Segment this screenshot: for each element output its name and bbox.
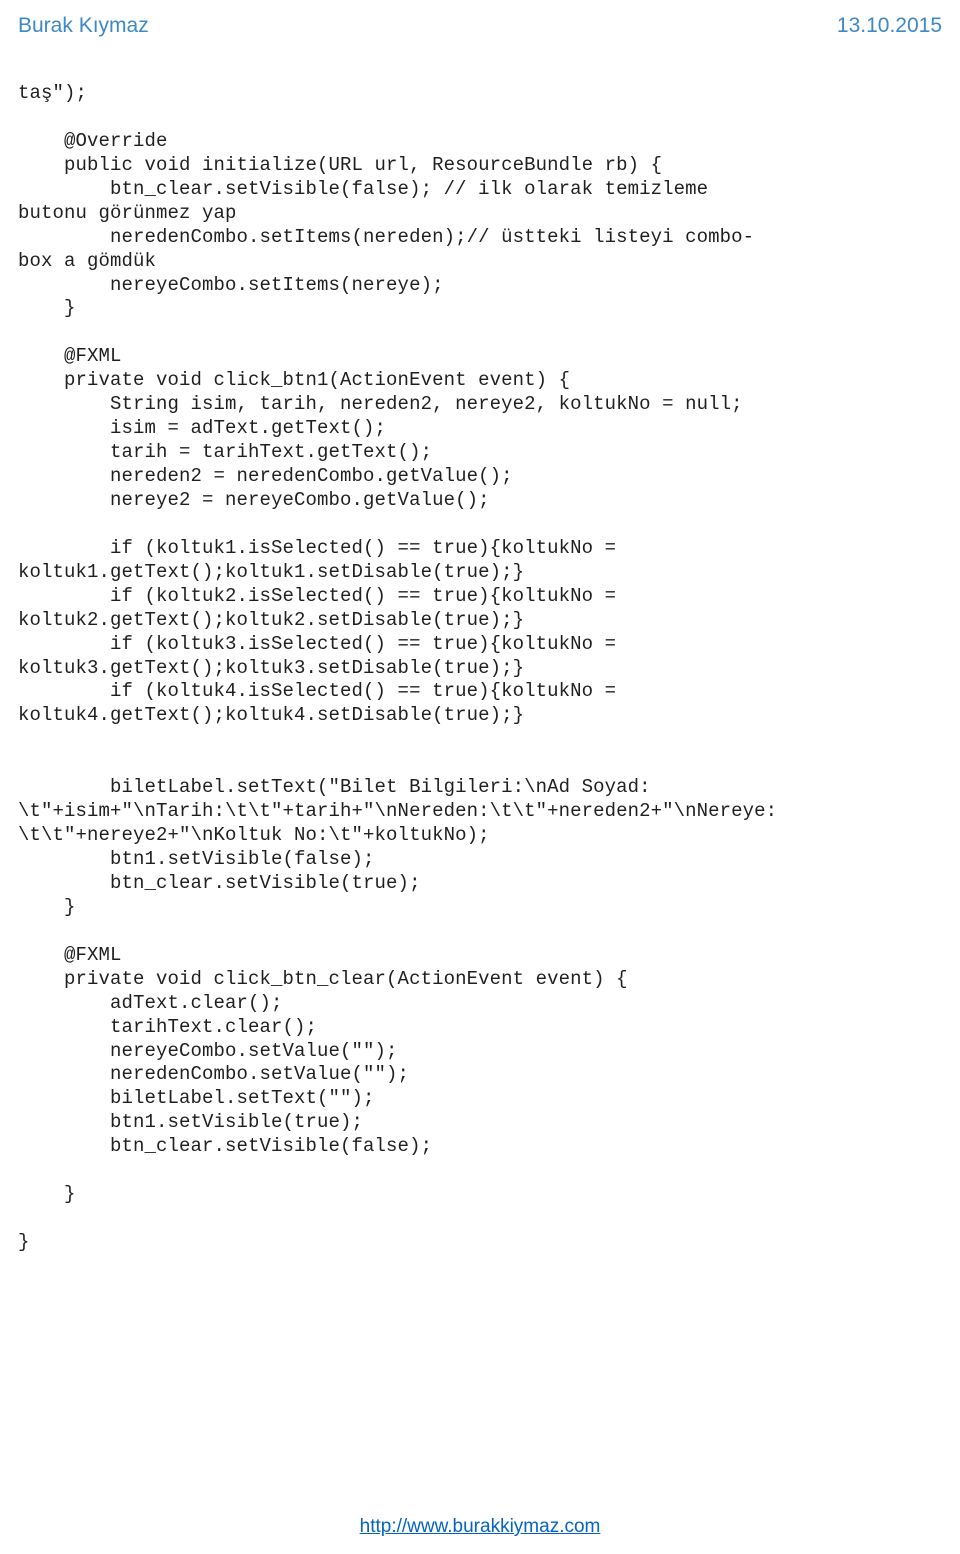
page-footer: http://www.burakkiymaz.com [0, 1516, 960, 1538]
footer-link[interactable]: http://www.burakkiymaz.com [360, 1516, 601, 1537]
author-name: Burak Kıymaz [18, 14, 149, 38]
page-header: Burak Kıymaz 13.10.2015 [18, 14, 942, 38]
code-block: taş"); @Override public void initialize(… [18, 82, 942, 1255]
document-date: 13.10.2015 [837, 14, 942, 38]
